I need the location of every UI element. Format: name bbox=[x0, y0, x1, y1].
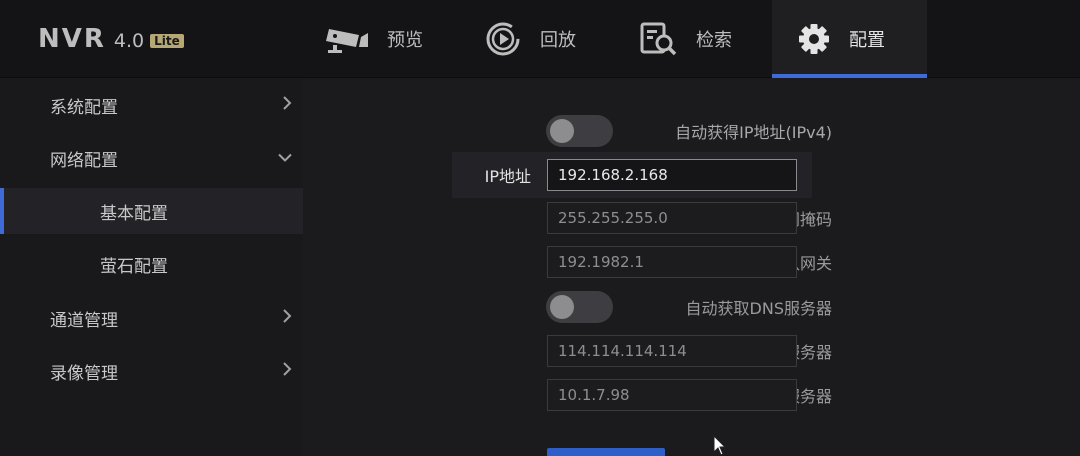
top-bar: NVR 4.0 Lite 预览 回放 检索 配置 bbox=[0, 0, 1080, 78]
logo-version: 4.0 bbox=[113, 30, 145, 52]
sidebar-item-label: 萤石配置 bbox=[100, 256, 168, 277]
tab-preview[interactable]: 预览 bbox=[325, 0, 423, 78]
auto-dns-toggle[interactable] bbox=[546, 291, 613, 323]
form-row-dhcp: 自动获得IP地址(IPv4) bbox=[304, 111, 1080, 151]
tab-playback[interactable]: 回放 bbox=[484, 0, 576, 78]
sidebar-item-network-config[interactable]: 网络配置 bbox=[0, 135, 303, 181]
toggle-knob bbox=[550, 119, 574, 143]
chevron-down-icon bbox=[277, 149, 293, 168]
playback-icon bbox=[484, 20, 522, 58]
chevron-right-icon bbox=[281, 308, 293, 328]
sidebar: 系统配置 网络配置 基本配置 萤石配置 通道管理 录像管理 bbox=[0, 79, 303, 456]
nvr-logo: NVR 4.0 Lite bbox=[38, 24, 184, 54]
auto-dns-label: 自动获取DNS服务器 bbox=[685, 299, 832, 318]
toggle-knob bbox=[550, 295, 574, 319]
form-row-gateway: 默认网关 192.1982.1 bbox=[304, 242, 1080, 282]
form-row-dns2: 备用DNS服务器 10.1.7.98 bbox=[304, 375, 1080, 415]
gateway-input[interactable]: 192.1982.1 bbox=[547, 246, 797, 278]
tab-config[interactable]: 配置 bbox=[772, 0, 927, 78]
logo-name: NVR bbox=[38, 24, 106, 54]
tab-preview-label: 预览 bbox=[387, 30, 423, 51]
camera-icon bbox=[325, 23, 369, 55]
sidebar-item-label: 网络配置 bbox=[50, 150, 118, 171]
chevron-right-icon bbox=[281, 361, 293, 381]
form-row-dns1: 首选DNS服务器 114.114.114.114 bbox=[304, 331, 1080, 371]
form-row-auto-dns: 自动获取DNS服务器 bbox=[304, 287, 1080, 327]
dhcp-toggle[interactable] bbox=[546, 115, 613, 147]
form-row-mask: 子网掩码 255.255.255.0 bbox=[304, 198, 1080, 238]
sidebar-item-recording-management[interactable]: 录像管理 bbox=[0, 348, 303, 394]
sidebar-item-basic-config[interactable]: 基本配置 bbox=[0, 188, 303, 234]
sidebar-item-label: 系统配置 bbox=[50, 97, 118, 118]
dhcp-label: 自动获得IP地址(IPv4) bbox=[675, 123, 832, 142]
tab-search-label: 检索 bbox=[696, 30, 732, 51]
gear-icon bbox=[797, 22, 831, 56]
logo-edition-badge: Lite bbox=[150, 34, 184, 48]
preferred-dns-input[interactable]: 114.114.114.114 bbox=[547, 335, 797, 367]
chevron-right-icon bbox=[281, 95, 293, 115]
mouse-cursor-icon bbox=[713, 434, 727, 456]
ip-address-input[interactable]: 192.168.2.168 bbox=[547, 159, 797, 191]
sidebar-item-system-config[interactable]: 系统配置 bbox=[0, 82, 303, 128]
tab-playback-label: 回放 bbox=[540, 30, 576, 51]
sidebar-item-label: 录像管理 bbox=[50, 363, 118, 384]
active-item-indicator bbox=[0, 188, 4, 234]
ip-label: IP地址 bbox=[484, 167, 531, 186]
tab-search[interactable]: 检索 bbox=[640, 0, 732, 78]
form-row-ip: IP地址 192.168.2.168 bbox=[452, 152, 812, 198]
sidebar-item-label: 通道管理 bbox=[50, 310, 118, 331]
active-tab-indicator bbox=[772, 74, 927, 78]
subnet-mask-input[interactable]: 255.255.255.0 bbox=[547, 202, 797, 234]
sidebar-item-label: 基本配置 bbox=[100, 203, 168, 224]
tab-config-label: 配置 bbox=[849, 30, 885, 51]
network-basic-config-panel: 自动获得IP地址(IPv4) IP地址 192.168.2.168 子网掩码 2… bbox=[304, 79, 1080, 456]
alternate-dns-input[interactable]: 10.1.7.98 bbox=[547, 379, 797, 411]
search-document-icon bbox=[640, 21, 678, 57]
sidebar-item-ezviz-config[interactable]: 萤石配置 bbox=[0, 241, 303, 287]
save-button[interactable] bbox=[547, 448, 665, 456]
sidebar-item-channel-management[interactable]: 通道管理 bbox=[0, 295, 303, 341]
